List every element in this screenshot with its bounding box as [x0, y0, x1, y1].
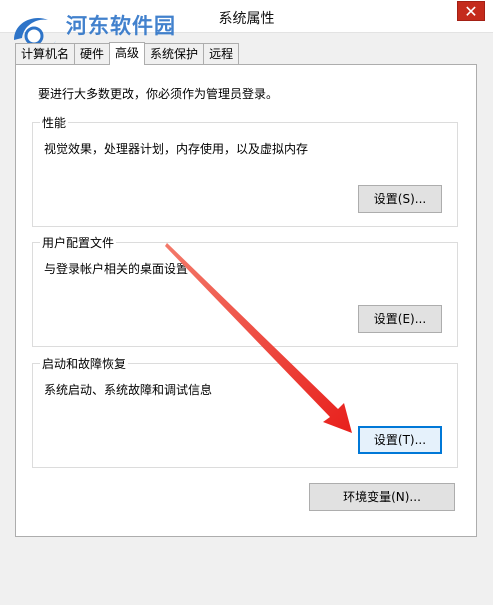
- title-bar: 系统属性 ✕: [0, 0, 493, 33]
- startup-recovery-desc: 系统启动、系统故障和调试信息: [44, 383, 213, 397]
- performance-group: 性能 视觉效果，处理器计划，内存使用，以及虚拟内存 设置(S)...: [32, 114, 458, 227]
- tab-strip: 计算机名 硬件 高级 系统保护 远程: [15, 42, 240, 65]
- window-title: 系统属性: [218, 11, 275, 27]
- user-profiles-settings-button[interactable]: 设置(E)...: [358, 305, 442, 333]
- user-profiles-desc: 与登录帐户相关的桌面设置: [44, 262, 189, 276]
- close-button[interactable]: ✕: [457, 1, 485, 21]
- admin-notice: 要进行大多数更改，你必须作为管理员登录。: [38, 87, 279, 101]
- performance-settings-button[interactable]: 设置(S)...: [358, 185, 442, 213]
- performance-group-title: 性能: [40, 114, 69, 131]
- tab-computer-name[interactable]: 计算机名: [15, 43, 76, 64]
- tab-hardware[interactable]: 硬件: [74, 43, 111, 64]
- user-profiles-group: 用户配置文件 与登录帐户相关的桌面设置 设置(E)...: [32, 234, 458, 347]
- startup-recovery-group-title: 启动和故障恢复: [40, 355, 129, 372]
- tab-advanced[interactable]: 高级: [109, 42, 146, 65]
- startup-recovery-group: 启动和故障恢复 系统启动、系统故障和调试信息 设置(T)...: [32, 355, 458, 468]
- dialog-footer: [0, 548, 493, 588]
- user-profiles-group-title: 用户配置文件: [40, 234, 117, 251]
- advanced-tab-panel: 要进行大多数更改，你必须作为管理员登录。 性能 视觉效果，处理器计划，内存使用，…: [15, 64, 477, 537]
- tab-remote[interactable]: 远程: [203, 43, 240, 64]
- performance-desc: 视觉效果，处理器计划，内存使用，以及虚拟内存: [44, 142, 309, 156]
- startup-recovery-settings-button[interactable]: 设置(T)...: [358, 426, 442, 454]
- environment-variables-button[interactable]: 环境变量(N)...: [309, 483, 455, 511]
- tab-system-protection[interactable]: 系统保护: [144, 43, 205, 64]
